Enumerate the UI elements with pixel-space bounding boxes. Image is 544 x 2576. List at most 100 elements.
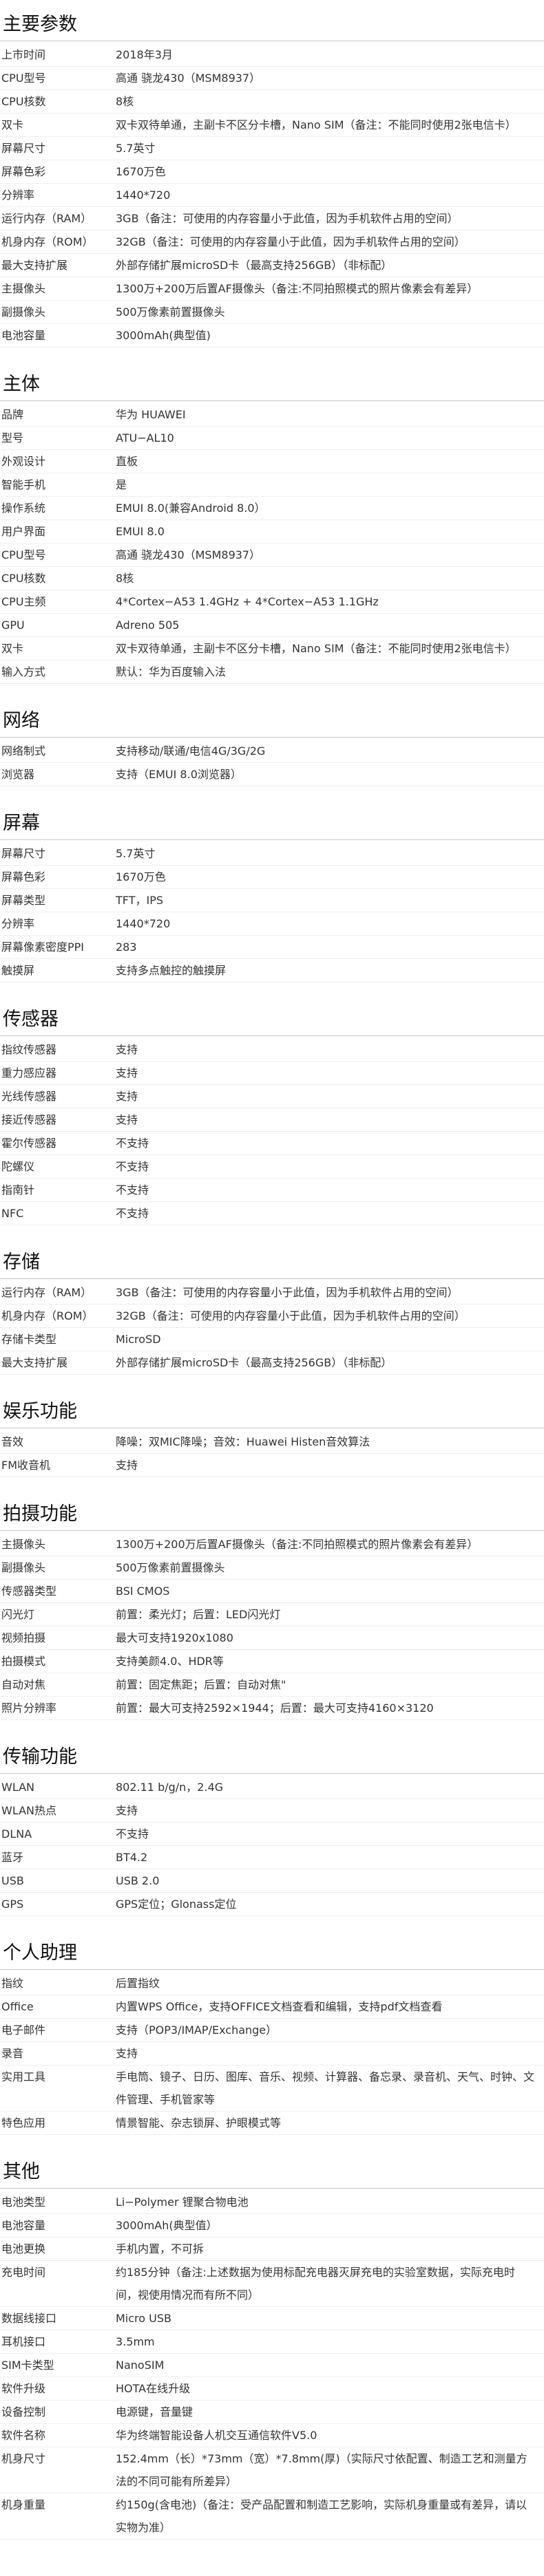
section-title: 网络 (0, 699, 544, 738)
section-title: 屏幕 (0, 802, 544, 840)
spec-label: SIM卡类型 (1, 2359, 54, 2372)
spec-row: 用户界面 EMUI 8.0 (0, 520, 544, 544)
spec-row: 特色应用 情景智能、杂志锁屏、护眼模式等 (0, 2112, 544, 2135)
spec-section: 网络 网络制式 支持移动/联通/电信4G/3G/2G 浏览器 支持（EMUI 8.0浏览… (0, 684, 544, 786)
spec-label: CPU型号 (1, 72, 46, 85)
spec-row: 屏幕色彩 1670万色 (0, 866, 544, 889)
section-title: 存储 (0, 1241, 544, 1279)
spec-label: 耳机接口 (1, 2335, 46, 2348)
spec-label: 最大支持扩展 (1, 259, 68, 272)
spec-value: 32GB（备注：可使用的内存容量小于此值，因为手机软件占用的空间） (116, 235, 465, 248)
spec-value: 3GB（备注：可使用的内存容量小于此值，因为手机软件占用的空间） (116, 1286, 459, 1299)
spec-row: 机身内存（ROM） 32GB（备注：可使用的内存容量小于此值，因为手机软件占用的空… (0, 230, 544, 254)
spec-value: 802.11 b/g/n，2.4G (116, 1781, 224, 1794)
spec-label: 用户界面 (1, 525, 46, 538)
spec-row: 陀螺仪 不支持 (0, 1155, 544, 1179)
spec-label: 屏幕像素密度PPI (1, 941, 85, 954)
spec-label: 外观设计 (1, 455, 46, 468)
spec-row: 机身重量 约150g(含电池)（备注：受产品配置和制造工艺影响，实际机身重量或有差… (0, 2493, 544, 2540)
spec-label: 软件升级 (1, 2382, 46, 2395)
spec-list: 网络制式 支持移动/联通/电信4G/3G/2G 浏览器 支持（EMUI 8.0浏览器） (0, 738, 544, 786)
spec-value: 500万像素前置摄像头 (116, 1561, 225, 1574)
spec-row: 屏幕像素密度PPI 283 (0, 936, 544, 959)
spec-row: 拍摄模式 支持美颜4.0、HDR等 (0, 1650, 544, 1673)
spec-row: WLAN热点 支持 (0, 1799, 544, 1823)
spec-row: 外观设计 直板 (0, 450, 544, 473)
section-title: 其他 (0, 2150, 544, 2189)
spec-row: 视频拍摄 最大可支持1920x1080 (0, 1627, 544, 1650)
spec-value: 1440*720 (116, 189, 171, 202)
spec-row: 运行内存（RAM） 3GB（备注：可使用的内存容量小于此值，因为手机软件占用的空间… (0, 207, 544, 230)
spec-label: 最大支持扩展 (1, 1356, 68, 1369)
spec-label: 主摄像头 (1, 1538, 46, 1551)
spec-value: 支持美颜4.0、HDR等 (116, 1655, 224, 1668)
spec-label: 音效 (1, 1435, 24, 1448)
spec-value: 4*Cortex−A53 1.4GHz + 4*Cortex−A53 1.1GH… (116, 595, 379, 608)
spec-value: 华为终端智能设备人机交互通信软件V5.0 (116, 2429, 317, 2442)
spec-label: 输入方式 (1, 665, 46, 678)
spec-row: NFC 不支持 (0, 1202, 544, 1225)
spec-value: 不支持 (116, 1827, 149, 1840)
spec-value: NanoSIM (116, 2359, 165, 2372)
spec-value: 1440*720 (116, 917, 171, 930)
spec-label: CPU主频 (1, 595, 46, 608)
spec-row: 闪光灯 前置：柔光灯；后置：LED闪光灯 (0, 1603, 544, 1627)
spec-label: 电池容量 (1, 329, 46, 342)
spec-label: 电子邮件 (1, 2024, 46, 2037)
spec-value: 3GB（备注：可使用的内存容量小于此值，因为手机软件占用的空间） (116, 212, 459, 225)
spec-row: 耳机接口 3.5mm (0, 2330, 544, 2354)
spec-value: 1300万+200万后置AF摄像头（备注:不同拍照模式的照片像素会有差异） (116, 1538, 479, 1551)
spec-label: 屏幕尺寸 (1, 142, 46, 155)
spec-label: 指纹 (1, 1977, 24, 1990)
spec-value: 3000mAh(典型值） (116, 2219, 218, 2232)
spec-value: 双卡双待单通，主副卡不区分卡槽，Nano SIM（备注：不能同时使用2张电信卡） (116, 642, 516, 655)
spec-label: 自动对焦 (1, 1678, 46, 1691)
spec-row: 电池容量 3000mAh(典型值） (0, 2214, 544, 2237)
spec-row: 指纹传感器 支持 (0, 1038, 544, 1062)
spec-value: GPS定位；Glonass定位 (116, 1898, 237, 1911)
spec-row: 指纹 后置指纹 (0, 1972, 544, 1995)
spec-value: 5.7英寸 (116, 142, 156, 155)
spec-label: 霍尔传感器 (1, 1137, 57, 1150)
spec-page: 主要参数 上市时间 2018年3月 CPU型号 高通 骁龙430（MSM8937） CPU… (0, 0, 544, 2540)
spec-value: 不支持 (116, 1207, 149, 1220)
spec-label: 副摄像头 (1, 1561, 46, 1574)
spec-label: 陀螺仪 (1, 1160, 35, 1173)
spec-label: CPU型号 (1, 548, 46, 561)
spec-row: 主摄像头 1300万+200万后置AF摄像头（备注:不同拍照模式的照片像素会有差异… (0, 277, 544, 301)
spec-row: 运行内存（RAM） 3GB（备注：可使用的内存容量小于此值，因为手机软件占用的空间… (0, 1281, 544, 1305)
section-title: 主体 (0, 363, 544, 401)
spec-label: 照片分辨率 (1, 1702, 57, 1715)
spec-row: 触摸屏 支持多点触控的触摸屏 (0, 959, 544, 983)
spec-label: 浏览器 (1, 768, 35, 781)
spec-value: 手电筒、镜子、日历、图库、音乐、视频、计算器、备忘录、录音机、天气、时钟、文件管… (116, 2070, 535, 2106)
spec-value: 1670万色 (116, 165, 166, 178)
spec-row: 传感器类型 BSI CMOS (0, 1580, 544, 1603)
spec-row: 充电时间 约185分钟（备注:上述数据为使用标配充电器灭屏充电的实验室数据，实际充… (0, 2261, 544, 2307)
spec-row: 霍尔传感器 不支持 (0, 1132, 544, 1155)
section-title: 娱乐功能 (0, 1390, 544, 1428)
spec-row: 网络制式 支持移动/联通/电信4G/3G/2G (0, 740, 544, 763)
spec-value: 支持 (116, 2047, 138, 2060)
spec-label: WLAN热点 (1, 1804, 57, 1817)
spec-label: 屏幕类型 (1, 894, 46, 907)
spec-row: 输入方式 默认：华为百度输入法 (0, 661, 544, 684)
spec-label: 电池类型 (1, 2196, 46, 2209)
spec-row: 双卡 双卡双待单通，主副卡不区分卡槽，Nano SIM（备注：不能同时使用2张电信… (0, 114, 544, 137)
spec-label: 指南针 (1, 1183, 35, 1196)
spec-value: 1670万色 (116, 870, 166, 883)
spec-row: 副摄像头 500万像素前置摄像头 (0, 1556, 544, 1580)
spec-row: 智能手机 是 (0, 473, 544, 497)
spec-value: 电源键，音量键 (116, 2405, 193, 2418)
spec-list: 屏幕尺寸 5.7英寸 屏幕色彩 1670万色 屏幕类型 TFT，IPS 分辨率 1440*72… (0, 840, 544, 983)
spec-row: 接近传感器 支持 (0, 1108, 544, 1132)
spec-value: 5.7英寸 (116, 847, 156, 860)
spec-row: 蓝牙 BT4.2 (0, 1846, 544, 1869)
spec-label: 运行内存（RAM） (1, 1286, 92, 1299)
spec-value: 支持多点触控的触摸屏 (116, 964, 227, 977)
spec-value: 8核 (116, 572, 134, 585)
spec-row: CPU核数 8核 (0, 567, 544, 590)
